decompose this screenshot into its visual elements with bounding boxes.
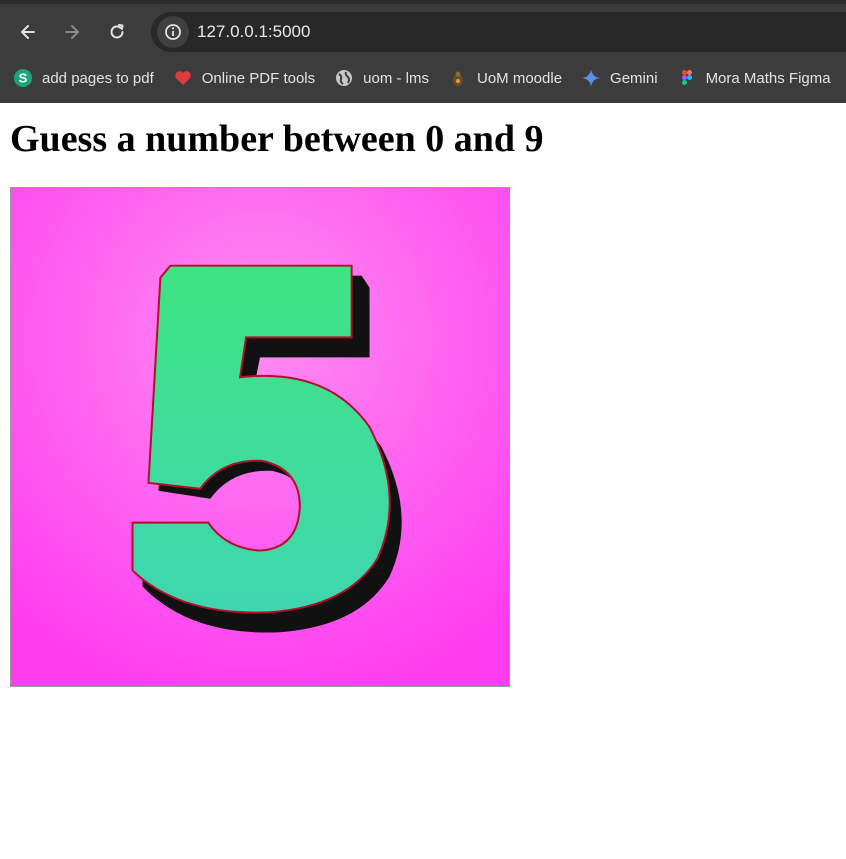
bookmarks-bar: S add pages to pdf Online PDF tools uom … bbox=[0, 62, 846, 94]
back-button[interactable] bbox=[13, 17, 43, 47]
site-info-button[interactable] bbox=[157, 16, 189, 48]
address-bar[interactable]: 127.0.0.1:5000 bbox=[151, 12, 846, 52]
page-heading: Guess a number between 0 and 9 bbox=[10, 118, 544, 160]
bookmark-uom-moodle[interactable]: UoM moodle bbox=[449, 69, 562, 87]
browser-chrome: 127.0.0.1:5000 S add pages to pdf Online… bbox=[0, 0, 846, 103]
reload-button[interactable] bbox=[102, 17, 132, 47]
bookmark-mora-maths-figma[interactable]: Mora Maths Figma bbox=[678, 69, 831, 87]
bookmark-label: add pages to pdf bbox=[42, 69, 154, 87]
url-text[interactable]: 127.0.0.1:5000 bbox=[197, 12, 310, 52]
bookmark-gemini[interactable]: Gemini bbox=[582, 69, 658, 87]
moodle-icon bbox=[449, 69, 467, 87]
bookmark-add-pages-to-pdf[interactable]: S add pages to pdf bbox=[14, 69, 154, 87]
info-icon bbox=[165, 24, 181, 40]
s-letter-icon: S bbox=[14, 69, 32, 87]
arrow-left-icon bbox=[21, 25, 35, 39]
bookmark-label: Gemini bbox=[610, 69, 658, 87]
forward-button[interactable] bbox=[57, 17, 87, 47]
heart-pdf-icon bbox=[174, 69, 192, 87]
bookmark-label: uom - lms bbox=[363, 69, 429, 87]
navigation-bar: 127.0.0.1:5000 bbox=[0, 4, 846, 56]
bookmark-uom-lms[interactable]: uom - lms bbox=[335, 69, 429, 87]
svg-text:S: S bbox=[19, 71, 28, 86]
number-five-image bbox=[10, 187, 510, 687]
arrow-right-icon bbox=[65, 25, 79, 39]
bookmark-online-pdf-tools[interactable]: Online PDF tools bbox=[174, 69, 315, 87]
bookmark-label: UoM moodle bbox=[477, 69, 563, 87]
bookmark-label: Online PDF tools bbox=[201, 69, 316, 87]
gemini-sparkle-icon bbox=[582, 69, 601, 87]
globe-icon bbox=[335, 69, 353, 87]
figma-icon bbox=[678, 69, 696, 87]
reload-icon bbox=[110, 24, 124, 39]
bookmark-label: Mora Maths Figma bbox=[705, 69, 831, 87]
